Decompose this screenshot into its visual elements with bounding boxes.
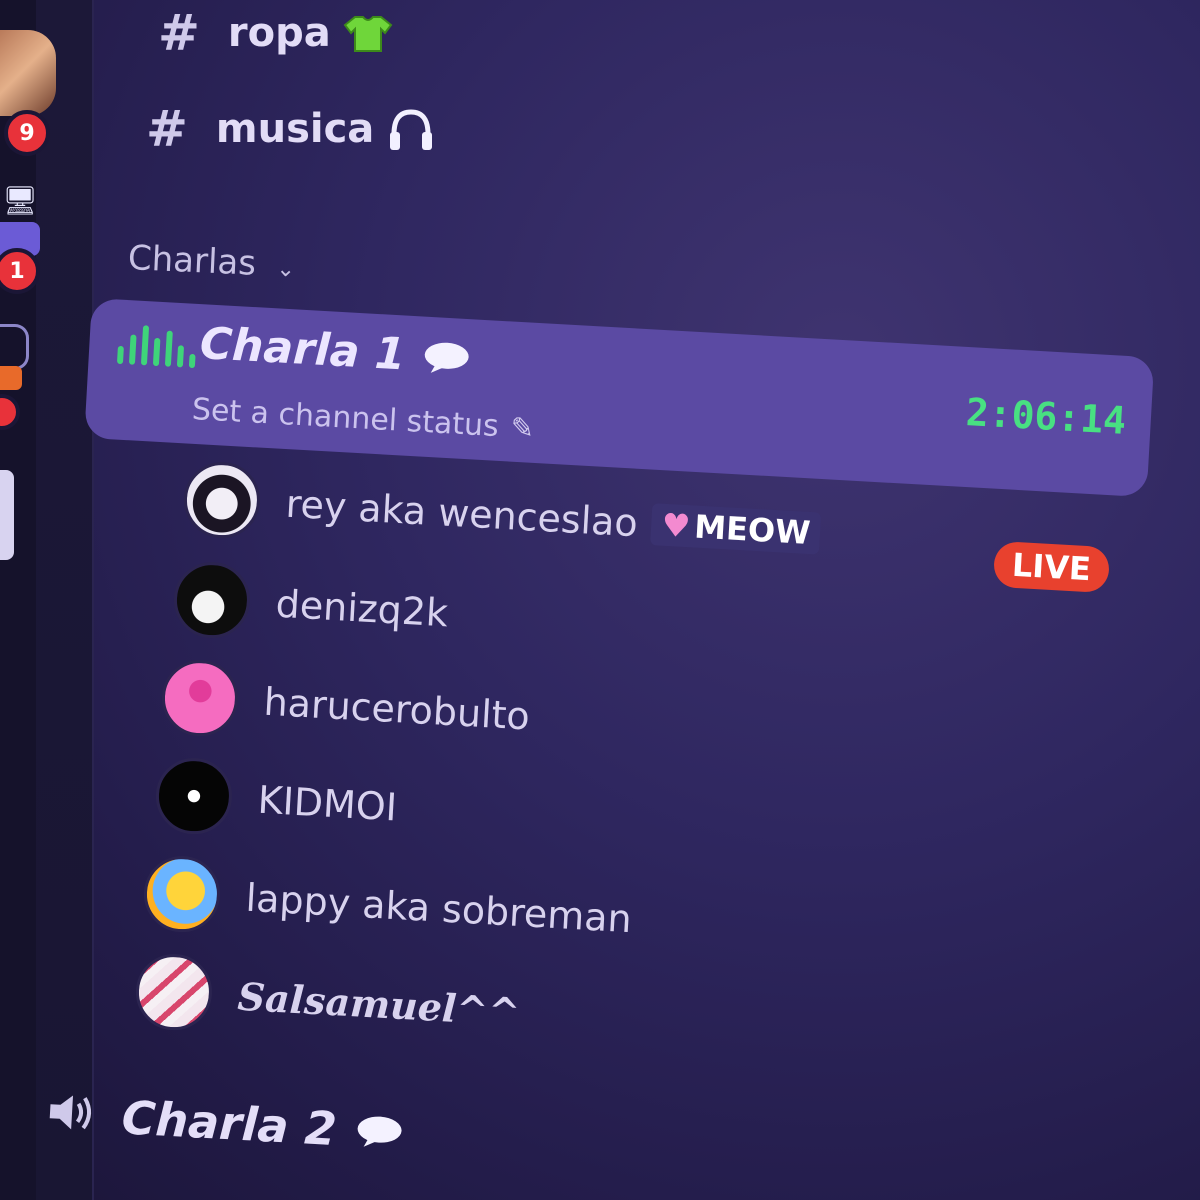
- channel-name: musica: [215, 106, 375, 152]
- speech-bubble-icon: [420, 338, 472, 377]
- headphones-icon: [386, 104, 436, 154]
- server-rail: 9 🖥 1: [0, 0, 94, 1200]
- channel-name: ropa: [227, 10, 331, 56]
- chevron-down-icon: ⌄: [275, 256, 296, 283]
- selected-server-pill: [0, 470, 14, 560]
- tshirt-icon: [343, 13, 393, 53]
- username: rey aka wenceslao: [284, 481, 639, 546]
- server-icon[interactable]: [0, 366, 22, 390]
- monitor-icon[interactable]: 🖥: [0, 176, 40, 224]
- voice-user[interactable]: lappy aka sobreman: [141, 854, 634, 957]
- mention-badge: 9: [4, 110, 50, 156]
- username: lappy aka sobreman: [244, 875, 633, 942]
- speech-bubble-icon: [354, 1112, 406, 1151]
- avatar: [153, 756, 235, 837]
- server-avatar[interactable]: [0, 30, 56, 116]
- username: KIDMOI: [256, 777, 399, 830]
- heart-icon: ♥: [660, 505, 692, 546]
- hash-icon: #: [158, 4, 200, 62]
- avatar: [171, 560, 253, 641]
- speaker-icon: [45, 1088, 100, 1141]
- username: denizq2k: [274, 581, 450, 636]
- voice-user[interactable]: harucerobulto: [159, 658, 532, 754]
- voice-user[interactable]: denizq2k: [171, 560, 450, 651]
- call-timer: 2:06:14: [964, 390, 1128, 443]
- live-badge[interactable]: LIVE: [992, 540, 1111, 594]
- user-tag: ♥ MEOW: [650, 503, 822, 555]
- avatar: [133, 952, 215, 1033]
- hash-icon: #: [146, 100, 188, 158]
- server-icon[interactable]: [0, 324, 29, 370]
- username: harucerobulto: [262, 679, 531, 739]
- pencil-icon: ✎: [509, 410, 536, 446]
- channel-ropa[interactable]: # ropa: [158, 4, 393, 62]
- channel-musica[interactable]: # musica: [146, 100, 436, 158]
- category-charlas[interactable]: Charlas ⌄: [127, 238, 296, 286]
- voice-channel-charla-2[interactable]: Charla 2: [44, 1086, 406, 1160]
- channel-name: Charla 2: [120, 1090, 339, 1157]
- avatar: [159, 658, 241, 739]
- username: Salsamuel^^: [236, 973, 522, 1034]
- voice-activity-icon: [116, 324, 197, 369]
- avatar: [141, 854, 223, 935]
- tag-label: MEOW: [693, 507, 812, 552]
- voice-user[interactable]: rey aka wenceslao ♥ MEOW: [181, 460, 823, 571]
- voice-user[interactable]: KIDMOI: [153, 756, 399, 845]
- voice-user[interactable]: Salsamuel^^: [133, 952, 522, 1049]
- avatar: [181, 460, 263, 541]
- category-label: Charlas: [127, 238, 257, 284]
